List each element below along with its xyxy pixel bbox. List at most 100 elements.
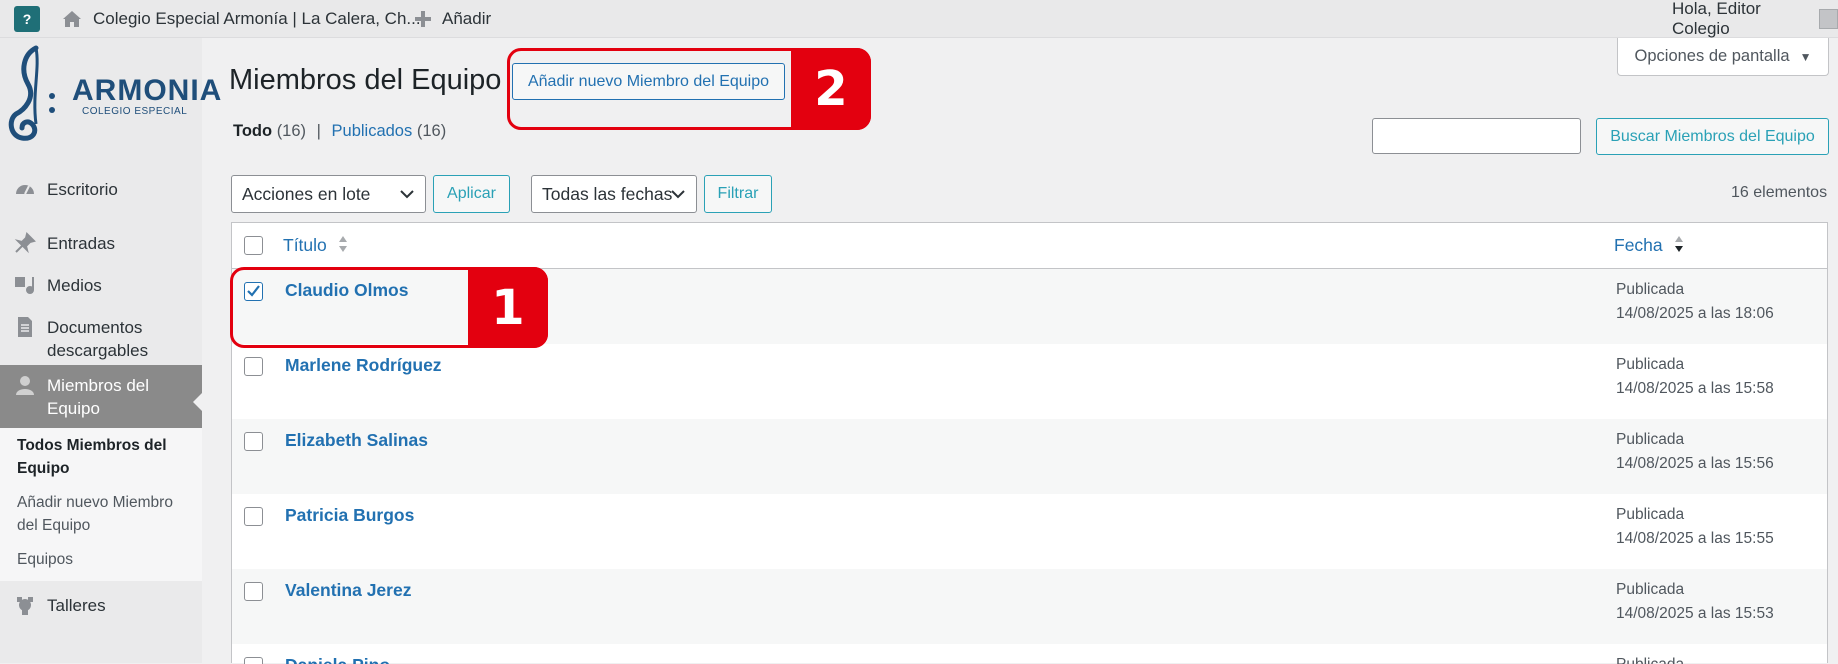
sidebar-item-label: Documentos descargables	[47, 318, 149, 360]
item-count: 16 elementos	[1731, 184, 1828, 201]
user-icon	[14, 374, 36, 396]
submenu-miembros: Todos Miembros del Equipo Añadir nuevo M…	[0, 428, 202, 581]
sidebar-item-entradas[interactable]: Entradas	[0, 222, 202, 264]
row-status-label: Publicada	[1616, 281, 1685, 298]
row-date: Publicada 14/08/2025 a las 15:56	[1616, 428, 1774, 476]
sidebar-item-label: Miembros del Equipo	[47, 376, 150, 418]
bulk-actions-select[interactable]: Acciones en lote	[231, 175, 426, 213]
sidebar-item-documentos[interactable]: Documentos descargables	[0, 306, 202, 368]
search-button[interactable]: Buscar Miembros del Equipo	[1596, 118, 1829, 155]
row-title-link[interactable]: Elizabeth Salinas	[285, 430, 428, 451]
wordpress-logo-icon[interactable]: ?	[14, 6, 40, 32]
row-checkbox[interactable]	[244, 507, 263, 526]
row-status-label: Publicada	[1616, 506, 1685, 523]
home-icon	[63, 11, 81, 27]
screen-options-label: Opciones de pantalla	[1634, 47, 1790, 65]
filter-published-count: (16)	[416, 122, 447, 140]
chevron-down-icon	[671, 190, 685, 199]
search-input[interactable]	[1372, 118, 1581, 154]
row-title-link[interactable]: Valentina Jerez	[285, 580, 411, 601]
row-date-value: 14/08/2025 a las 15:58	[1616, 380, 1774, 397]
bulk-actions-value: Acciones en lote	[242, 183, 371, 204]
avatar	[1819, 9, 1838, 29]
row-date-value: 14/08/2025 a las 15:55	[1616, 530, 1774, 547]
date-filter-value: Todas las fechas	[542, 183, 673, 204]
table-row: Patricia Burgos Publicada 14/08/2025 a l…	[232, 494, 1827, 569]
row-date-value: 14/08/2025 a las 15:56	[1616, 455, 1774, 472]
row-date: Publicada 14/08/2025 a las 15:53	[1616, 578, 1774, 626]
pin-icon	[14, 232, 36, 254]
logo-name: ARMONIA	[72, 74, 223, 107]
row-date: Publicada 14/08/2025 a las 15:55	[1616, 503, 1774, 551]
table-row: Marlene Rodríguez Publicada 14/08/2025 a…	[232, 344, 1827, 419]
my-account-link[interactable]: Hola, Editor Colegio	[1672, 0, 1838, 38]
sidebar-item-label: Talleres	[47, 596, 106, 615]
filter-all-count: (16)	[276, 122, 307, 140]
row-date-value: 14/08/2025 a las 15:53	[1616, 605, 1774, 622]
page-title: Miembros del Equipo	[229, 64, 502, 96]
filter-button[interactable]: Filtrar	[704, 175, 772, 213]
row-checkbox[interactable]	[244, 432, 263, 451]
site-name-link[interactable]: Colegio Especial Armonía | La Calera, Ch…	[62, 0, 421, 38]
row-date: Publicada	[1616, 653, 1684, 664]
date-filter-select[interactable]: Todas las fechas	[531, 175, 697, 213]
caret-down-icon: ▼	[1799, 49, 1812, 64]
submenu-item-anadir[interactable]: Añadir nuevo Miembro del Equipo	[17, 491, 197, 537]
add-new-label: Añadir	[442, 9, 492, 28]
sort-icon	[338, 236, 347, 252]
dashboard-icon	[14, 178, 36, 200]
sidebar-item-miembros[interactable]: Miembros del Equipo	[0, 365, 202, 428]
filter-separator: |	[316, 122, 321, 140]
table-row: Elizabeth Salinas Publicada 14/08/2025 a…	[232, 419, 1827, 494]
sidebar-item-label: Medios	[47, 276, 102, 295]
column-title-header[interactable]: Título	[283, 235, 348, 256]
column-date-header[interactable]: Fecha	[1614, 235, 1684, 256]
apply-button[interactable]: Aplicar	[433, 175, 510, 213]
row-date: Publicada 14/08/2025 a las 15:58	[1616, 353, 1774, 401]
row-title-link[interactable]: Marlene Rodríguez	[285, 355, 442, 376]
greeting-text: Hola, Editor Colegio	[1672, 0, 1761, 38]
logo-subtitle: COLEGIO ESPECIAL	[82, 106, 188, 117]
row-date-value: 14/08/2025 a las 18:06	[1616, 305, 1774, 322]
annotation-label-1: 1	[468, 267, 548, 348]
table-header: Título Fecha	[232, 223, 1827, 269]
submenu-item-todos[interactable]: Todos Miembros del Equipo	[17, 434, 197, 480]
filter-all-label: Todo	[233, 122, 273, 140]
status-filters: Todo (16) | Publicados (16)	[233, 122, 446, 141]
plus-icon	[415, 11, 431, 27]
filter-published-link[interactable]: Publicados (16)	[332, 122, 447, 140]
row-title-link[interactable]: Patricia Burgos	[285, 505, 414, 526]
admin-sidebar: ARMONIA COLEGIO ESPECIAL Escritorio Entr…	[0, 38, 221, 663]
sidebar-item-label: Escritorio	[47, 180, 118, 199]
plugin-icon	[14, 594, 36, 616]
admin-bar: ? Colegio Especial Armonía | La Calera, …	[0, 0, 1838, 38]
table-row: Valentina Jerez Publicada 14/08/2025 a l…	[232, 569, 1827, 644]
column-date-label: Fecha	[1614, 235, 1663, 255]
screen-options-button[interactable]: Opciones de pantalla ▼	[1617, 38, 1829, 76]
chevron-down-icon	[400, 190, 414, 199]
row-checkbox[interactable]	[244, 357, 263, 376]
filter-published-label: Publicados	[331, 122, 413, 140]
row-status-label: Publicada	[1616, 356, 1685, 373]
sidebar-item-label: Entradas	[47, 234, 116, 253]
armonia-logo[interactable]: ARMONIA COLEGIO ESPECIAL	[6, 44, 221, 144]
sidebar-item-escritorio[interactable]: Escritorio	[0, 166, 202, 210]
select-all-checkbox[interactable]	[244, 236, 263, 255]
row-status-label: Publicada	[1616, 653, 1684, 664]
document-icon	[14, 316, 36, 338]
media-icon	[14, 274, 36, 296]
row-date: Publicada 14/08/2025 a las 18:06	[1616, 278, 1774, 326]
sidebar-item-medios[interactable]: Medios	[0, 264, 202, 306]
column-title-label: Título	[283, 235, 327, 255]
row-status-label: Publicada	[1616, 581, 1685, 598]
table-row: Daniela Pino Publicada	[232, 644, 1827, 664]
site-name: Colegio Especial Armonía | La Calera, Ch…	[93, 9, 421, 28]
filter-all-link[interactable]: Todo (16)	[233, 122, 306, 140]
sort-icon	[1674, 236, 1683, 252]
row-status-label: Publicada	[1616, 431, 1685, 448]
submenu-item-equipos[interactable]: Equipos	[17, 548, 197, 571]
row-checkbox[interactable]	[244, 582, 263, 601]
sidebar-item-talleres[interactable]: Talleres	[0, 586, 202, 628]
annotation-label-2: 2	[791, 48, 871, 130]
add-new-link[interactable]: Añadir	[415, 0, 491, 38]
